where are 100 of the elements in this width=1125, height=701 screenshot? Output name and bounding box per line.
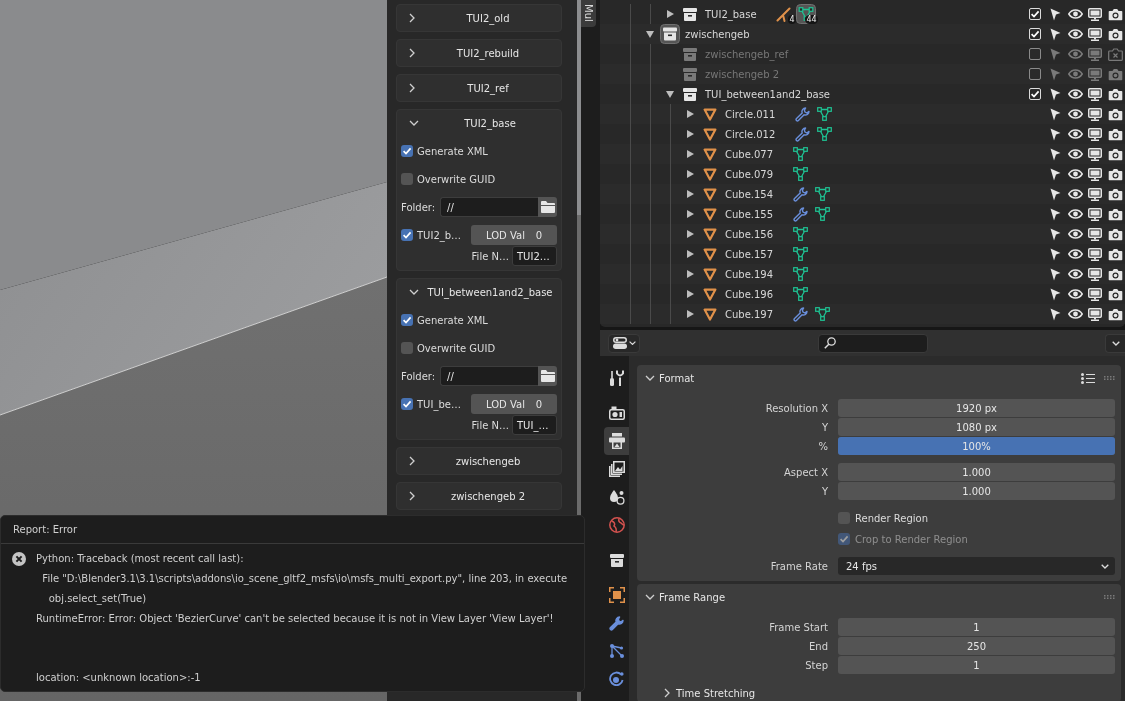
triangle-icon[interactable] [703, 307, 717, 321]
checkbox[interactable] [401, 398, 413, 410]
cursor-arrow-icon[interactable] [1049, 7, 1061, 21]
monitor-icon[interactable] [1088, 307, 1102, 321]
panel-header[interactable]: Frame Range [645, 587, 726, 607]
percentage-slider[interactable]: 100% [838, 437, 1115, 455]
triangle-right-icon[interactable] [686, 190, 694, 198]
triangle-right-icon[interactable] [686, 270, 694, 278]
cursor-arrow-icon[interactable] [1049, 127, 1061, 141]
panel-header[interactable]: TUI2_base [397, 110, 561, 136]
monitor-icon[interactable] [1088, 147, 1102, 161]
triangle-right-icon[interactable] [666, 10, 674, 18]
monitor-icon[interactable] [1088, 227, 1102, 241]
triangle-icon[interactable] [703, 227, 717, 241]
cursor-arrow-icon[interactable] [1049, 107, 1061, 121]
lod-value-field[interactable]: LOD Val 0 [471, 394, 557, 414]
vertex-triangle-icon[interactable] [816, 107, 832, 121]
axes-icon[interactable] [776, 6, 792, 22]
panel-header[interactable]: zwischengeb [397, 448, 561, 474]
number-field[interactable]: 1080 px [838, 418, 1115, 436]
panel-header[interactable]: TUI2_ref [397, 75, 561, 101]
cursor-arrow-icon[interactable] [1049, 227, 1061, 241]
panel-header[interactable]: Format [645, 368, 695, 388]
monitor-icon[interactable] [1088, 187, 1102, 201]
monitor-icon[interactable] [1088, 247, 1102, 261]
triangle-icon[interactable] [703, 147, 717, 161]
panel-header[interactable]: zwischengeb 2 [397, 483, 561, 509]
file-name-field[interactable]: TUI_… [512, 415, 557, 435]
folder-path-field[interactable]: // [440, 366, 538, 386]
camera-icon[interactable] [1107, 247, 1123, 261]
vertex-triangle-icon[interactable] [814, 187, 830, 201]
archive-box-icon[interactable] [683, 87, 697, 101]
monitor-icon[interactable] [1088, 127, 1102, 141]
outliner-item[interactable]: Cube.196 [725, 288, 774, 300]
checkbox[interactable] [1029, 68, 1041, 80]
cursor-arrow-icon[interactable] [1049, 287, 1061, 301]
cursor-arrow-icon[interactable] [1049, 267, 1061, 281]
checkbox[interactable] [401, 173, 413, 185]
camera-icon[interactable] [1107, 167, 1123, 181]
vertex-triangle-icon[interactable] [792, 227, 808, 241]
outliner-item[interactable]: Cube.077 [725, 148, 774, 160]
outliner-item[interactable]: Cube.157 [725, 248, 774, 260]
triangle-down-icon[interactable] [666, 90, 674, 98]
archive-box-icon[interactable] [660, 24, 680, 44]
monitor-icon[interactable] [1088, 107, 1102, 121]
camera-icon[interactable] [1107, 207, 1123, 221]
vertex-triangle-icon[interactable] [816, 127, 832, 141]
cursor-arrow-icon[interactable] [1049, 207, 1061, 221]
camera-icon[interactable] [1107, 187, 1123, 201]
cursor-arrow-icon[interactable] [1049, 27, 1061, 41]
triangle-icon[interactable] [703, 247, 717, 261]
properties-tab[interactable] [604, 427, 629, 455]
triangle-icon[interactable] [703, 107, 717, 121]
monitor-icon[interactable] [1088, 167, 1102, 181]
vertex-triangle-icon[interactable] [792, 147, 808, 161]
camera-icon[interactable] [1107, 107, 1123, 121]
triangle-right-icon[interactable] [686, 290, 694, 298]
number-field[interactable]: 1 [838, 618, 1115, 636]
wrench-icon[interactable] [792, 306, 808, 322]
cursor-arrow-icon[interactable] [1049, 167, 1061, 181]
triangle-right-icon[interactable] [686, 170, 694, 178]
search-field[interactable] [817, 333, 928, 353]
monitor-icon[interactable] [1088, 87, 1102, 101]
triangle-icon[interactable] [703, 167, 717, 181]
camera-icon[interactable] [1107, 27, 1123, 41]
archive-box-icon[interactable] [683, 7, 697, 21]
triangle-right-icon[interactable] [686, 310, 694, 318]
camera-icon[interactable] [1107, 7, 1123, 21]
wrench-icon[interactable] [794, 126, 810, 142]
triangle-right-icon[interactable] [686, 130, 694, 138]
vertex-triangle-icon[interactable] [814, 307, 830, 321]
outliner-item[interactable]: Cube.156 [725, 228, 774, 240]
panel-header[interactable]: TUI_between1and2_base [397, 279, 561, 305]
camera-icon[interactable] [1107, 287, 1123, 301]
triangle-right-icon[interactable] [686, 110, 694, 118]
checkbox[interactable] [401, 342, 413, 354]
file-name-field[interactable]: TUI2… [512, 246, 557, 266]
cursor-arrow-icon[interactable] [1049, 147, 1061, 161]
editor-type-button[interactable] [608, 333, 640, 353]
cursor-arrow-icon[interactable] [1049, 307, 1061, 321]
drag-grip-icon[interactable] [1104, 376, 1115, 380]
vertex-triangle-icon[interactable] [792, 167, 808, 181]
number-field[interactable]: 1.000 [838, 463, 1115, 481]
outliner-item[interactable]: Circle.012 [725, 128, 776, 140]
drag-grip-icon[interactable] [1104, 595, 1115, 599]
monitor-icon[interactable] [1088, 7, 1102, 21]
camera-icon[interactable] [1107, 87, 1123, 101]
folder-button[interactable] [538, 197, 557, 217]
camera-icon[interactable] [1107, 127, 1123, 141]
dropdown[interactable]: 24 fps [838, 557, 1115, 575]
outliner-item[interactable]: zwischengeb [685, 28, 750, 40]
wrench-icon[interactable] [792, 186, 808, 202]
sidebar-tab[interactable]: Mul [581, 0, 596, 27]
camera-icon[interactable] [1107, 227, 1123, 241]
wrench-icon[interactable] [794, 106, 810, 122]
triangle-icon[interactable] [703, 127, 717, 141]
cursor-arrow-icon[interactable] [1049, 247, 1061, 261]
camera-icon[interactable] [1107, 147, 1123, 161]
triangle-icon[interactable] [703, 287, 717, 301]
outliner-item[interactable]: TUI_between1and2_base [705, 88, 830, 100]
